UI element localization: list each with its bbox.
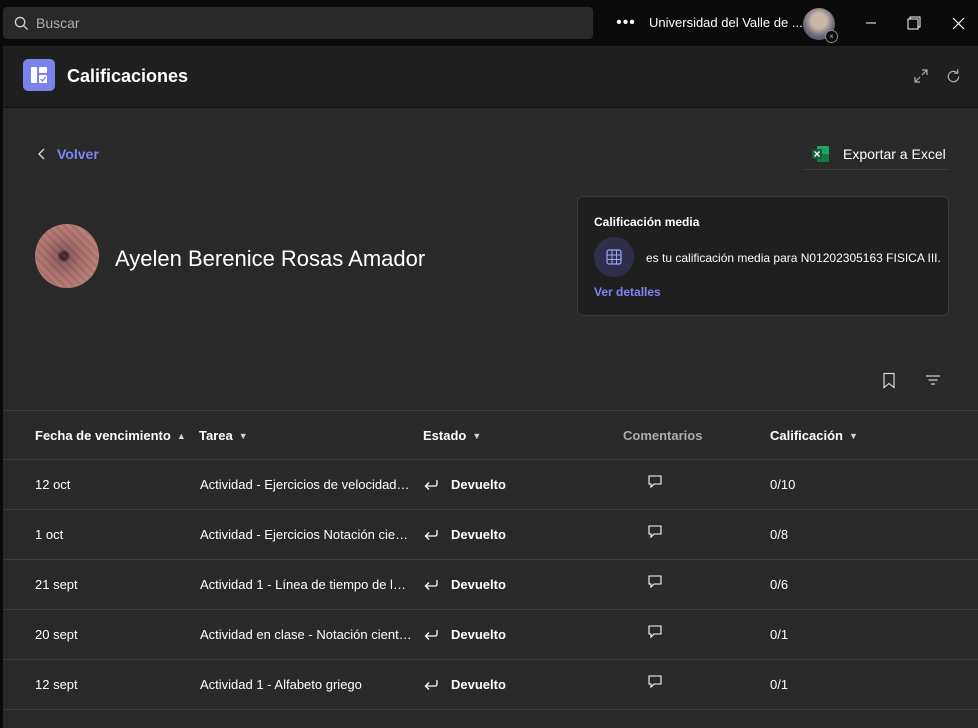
grades-table: Fecha de vencimiento ▲ Tarea ▼ Estado ▼ … — [3, 410, 978, 710]
refresh-icon[interactable] — [943, 66, 963, 86]
app-title: Calificaciones — [67, 66, 189, 86]
column-comments-label: Comentarios — [623, 428, 703, 443]
app-header: Calificaciones — [3, 46, 978, 108]
back-label: Volver — [57, 146, 99, 162]
column-comments: Comentarios — [623, 428, 702, 443]
comment-icon[interactable] — [647, 674, 663, 692]
export-excel-button[interactable]: Exportar a Excel — [803, 138, 949, 170]
chevron-down-icon: ▼ — [472, 430, 482, 441]
comment-icon[interactable] — [647, 624, 663, 642]
table-row[interactable]: 21 sept Actividad 1 - Línea de tiempo de… — [3, 560, 978, 610]
task-name[interactable]: Actividad 1 - Alfabeto griego — [200, 677, 412, 692]
column-status-label: Estado — [423, 428, 467, 443]
restore-button[interactable] — [903, 12, 925, 34]
close-button[interactable] — [947, 12, 969, 34]
grades-app-icon — [23, 59, 55, 91]
due-date: 12 oct — [35, 477, 71, 492]
status-label: Devuelto — [451, 477, 506, 492]
grade: 0/8 — [770, 527, 789, 542]
grade: 0/1 — [770, 677, 789, 692]
grade: 0/10 — [770, 477, 796, 492]
status-icon: × — [825, 30, 838, 43]
task-name[interactable]: Actividad - Ejercicios de velocidad y ac… — [200, 477, 412, 492]
column-task-label: Tarea — [199, 428, 233, 443]
chevron-left-icon — [38, 148, 45, 160]
more-options-button[interactable]: ••• — [614, 11, 638, 35]
average-grade-card: Calificación media es tu calificación me… — [577, 196, 949, 316]
bookmark-icon[interactable] — [879, 370, 899, 390]
chevron-down-icon: ▼ — [848, 430, 858, 441]
column-task[interactable]: Tarea ▼ — [199, 428, 248, 443]
status: Devuelto — [423, 577, 506, 592]
search-box[interactable]: Buscar — [3, 7, 593, 39]
grid-icon — [594, 237, 634, 277]
task-name[interactable]: Actividad en clase - Notación científica — [200, 627, 412, 642]
organization-name[interactable]: Universidad del Valle de ... — [649, 15, 803, 30]
column-grade[interactable]: Calificación ▼ — [770, 428, 858, 443]
status-label: Devuelto — [451, 527, 506, 542]
status: Devuelto — [423, 477, 506, 492]
minimize-button[interactable] — [860, 12, 882, 34]
table-row[interactable]: 12 oct Actividad - Ejercicios de velocid… — [3, 460, 978, 510]
status: Devuelto — [423, 527, 506, 542]
column-due-date-label: Fecha de vencimiento — [35, 428, 171, 443]
return-arrow-icon — [423, 578, 441, 592]
column-status[interactable]: Estado ▼ — [423, 428, 481, 443]
return-arrow-icon — [423, 628, 441, 642]
column-grade-label: Calificación — [770, 428, 843, 443]
table-row[interactable]: 1 oct Actividad - Ejercicios Notación ci… — [3, 510, 978, 560]
due-date: 20 sept — [35, 627, 78, 642]
due-date: 12 sept — [35, 677, 78, 692]
user-avatar[interactable]: × — [803, 8, 838, 43]
due-date: 1 oct — [35, 527, 64, 542]
task-name[interactable]: Actividad - Ejercicios Notación científi… — [200, 527, 412, 542]
table-row[interactable]: 20 sept Actividad en clase - Notación ci… — [3, 610, 978, 660]
average-card-text: es tu calificación media para N012023051… — [646, 251, 941, 265]
export-label: Exportar a Excel — [843, 145, 946, 162]
main-content: Volver Exportar a Excel Ayelen Berenice … — [3, 108, 978, 728]
table-header: Fecha de vencimiento ▲ Tarea ▼ Estado ▼ … — [3, 410, 978, 460]
title-bar: Buscar ••• Universidad del Valle de ... … — [0, 0, 978, 46]
return-arrow-icon — [423, 478, 441, 492]
search-placeholder: Buscar — [36, 15, 80, 31]
return-arrow-icon — [423, 528, 441, 542]
status-label: Devuelto — [451, 677, 506, 692]
sort-asc-icon: ▲ — [176, 430, 186, 441]
expand-icon[interactable] — [911, 66, 931, 86]
comment-icon[interactable] — [647, 574, 663, 592]
search-icon — [14, 15, 30, 31]
status: Devuelto — [423, 627, 506, 642]
chevron-down-icon: ▼ — [238, 430, 248, 441]
return-arrow-icon — [423, 678, 441, 692]
status: Devuelto — [423, 677, 506, 692]
status-label: Devuelto — [451, 577, 506, 592]
grade: 0/6 — [770, 577, 789, 592]
column-due-date[interactable]: Fecha de vencimiento ▲ — [35, 428, 186, 443]
comment-icon[interactable] — [647, 474, 663, 492]
average-card-title: Calificación media — [594, 215, 700, 229]
comment-icon[interactable] — [647, 524, 663, 542]
grade: 0/1 — [770, 627, 789, 642]
due-date: 21 sept — [35, 577, 78, 592]
filter-icon[interactable] — [923, 370, 943, 390]
student-avatar — [35, 224, 99, 288]
student-name: Ayelen Berenice Rosas Amador — [115, 246, 426, 271]
table-row[interactable]: 12 sept Actividad 1 - Alfabeto griego De… — [3, 660, 978, 710]
status-label: Devuelto — [451, 627, 506, 642]
back-link[interactable]: Volver — [37, 146, 99, 162]
task-name[interactable]: Actividad 1 - Línea de tiempo de la físi… — [200, 577, 412, 592]
excel-icon — [812, 145, 829, 162]
view-details-link[interactable]: Ver detalles — [594, 285, 661, 299]
